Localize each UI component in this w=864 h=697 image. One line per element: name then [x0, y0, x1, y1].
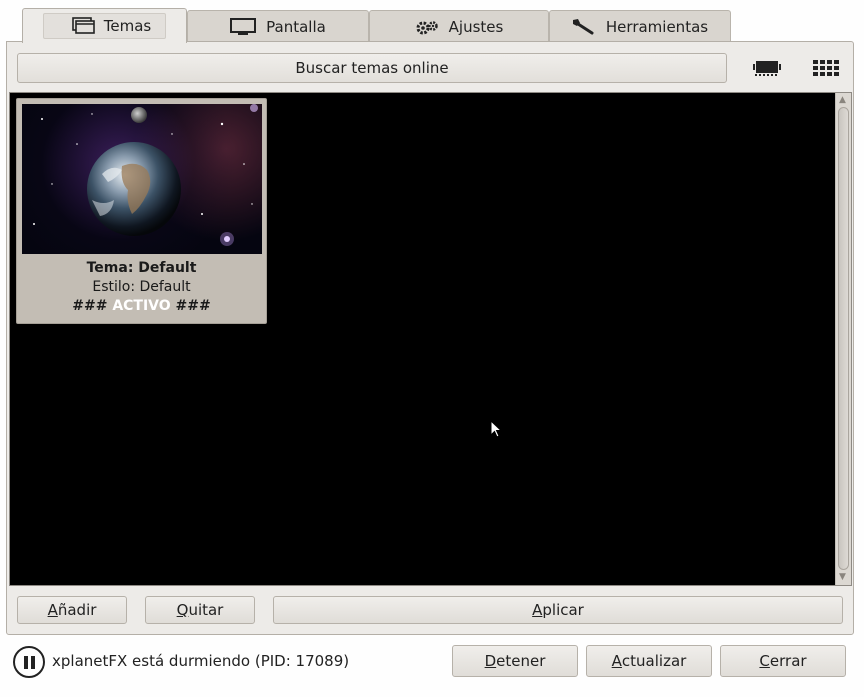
windows-icon	[71, 17, 96, 35]
status-bar: xplanetFX está durmiendo (PID: 17089) De…	[0, 640, 864, 697]
add-button[interactable]: Añadir	[17, 596, 127, 624]
apply-mnemonic: A	[532, 601, 543, 619]
close-label: errar	[769, 652, 807, 670]
tab-pantalla[interactable]: Pantalla	[187, 10, 369, 42]
remove-button[interactable]: Quitar	[145, 596, 255, 624]
scroll-up-icon[interactable]: ▲	[839, 95, 846, 105]
tab-label: Ajustes	[448, 17, 504, 36]
update-mnemonic: A	[611, 652, 622, 670]
stop-label: etener	[496, 652, 546, 670]
scroll-down-icon[interactable]: ▼	[839, 572, 846, 582]
tab-ajustes[interactable]: Ajustes	[369, 10, 549, 42]
apply-label: plicar	[542, 601, 584, 619]
pause-bar-right	[30, 655, 35, 669]
mouse-pointer-icon	[490, 419, 504, 444]
filmstrip-icon[interactable]	[751, 57, 783, 79]
pause-icon[interactable]	[13, 646, 45, 678]
add-mnemonic: A	[47, 601, 58, 619]
search-online-button[interactable]: Buscar temas online	[17, 53, 727, 83]
close-mnemonic: C	[759, 652, 770, 670]
tab-herramientas[interactable]: Herramientas	[549, 10, 731, 42]
theme-name: Tema: Default	[86, 260, 197, 276]
tab-label: Temas	[103, 17, 152, 35]
add-label: ñadir	[57, 601, 97, 619]
active-suffix: ###	[170, 298, 211, 314]
remove-label: uitar	[188, 601, 224, 619]
stop-mnemonic: D	[484, 652, 497, 670]
remove-mnemonic: Q	[176, 601, 189, 619]
tab-bar: Temas Pantalla Ajustes Herramientas	[6, 8, 854, 43]
active-word: ACTIVO	[112, 298, 171, 314]
theme-card-info: Tema: Default Estilo: Default ### ACTIVO…	[17, 259, 266, 316]
pause-bar-left	[23, 655, 28, 669]
theme-card[interactable]: Tema: Default Estilo: Default ### ACTIVO…	[16, 98, 267, 324]
stop-button[interactable]: Detener	[452, 645, 578, 677]
grid-icon[interactable]	[810, 57, 842, 79]
close-button[interactable]: Cerrar	[720, 645, 846, 677]
update-label: ctualizar	[621, 652, 687, 670]
theme-gallery: Tema: Default Estilo: Default ### ACTIVO…	[9, 92, 852, 586]
theme-thumbnail	[22, 104, 262, 254]
wrench-icon	[572, 18, 596, 36]
tab-label: Herramientas	[605, 17, 709, 36]
xplanetfx-window: Temas Pantalla Ajustes Herramientas Busc…	[0, 0, 864, 697]
theme-active-label: ### ACTIVO ###	[17, 297, 266, 316]
scroll-thumb[interactable]	[838, 107, 849, 570]
monitor-icon	[230, 17, 257, 36]
update-button[interactable]: Actualizar	[586, 645, 712, 677]
tab-temas[interactable]: Temas	[22, 8, 187, 43]
tab-label: Pantalla	[266, 17, 326, 36]
temas-page: Buscar temas online Tema: Default Estilo…	[6, 41, 854, 635]
status-text: xplanetFX está durmiendo (PID: 17089)	[52, 652, 350, 670]
theme-style: Estilo: Default	[92, 279, 191, 295]
main-notebook: Temas Pantalla Ajustes Herramientas Busc…	[6, 8, 854, 635]
gears-icon	[415, 18, 439, 36]
active-prefix: ###	[72, 298, 113, 314]
tab-temas-inner: Temas	[42, 13, 167, 39]
apply-button[interactable]: Aplicar	[273, 596, 843, 624]
gallery-scrollbar[interactable]: ▲ ▼	[835, 93, 851, 585]
